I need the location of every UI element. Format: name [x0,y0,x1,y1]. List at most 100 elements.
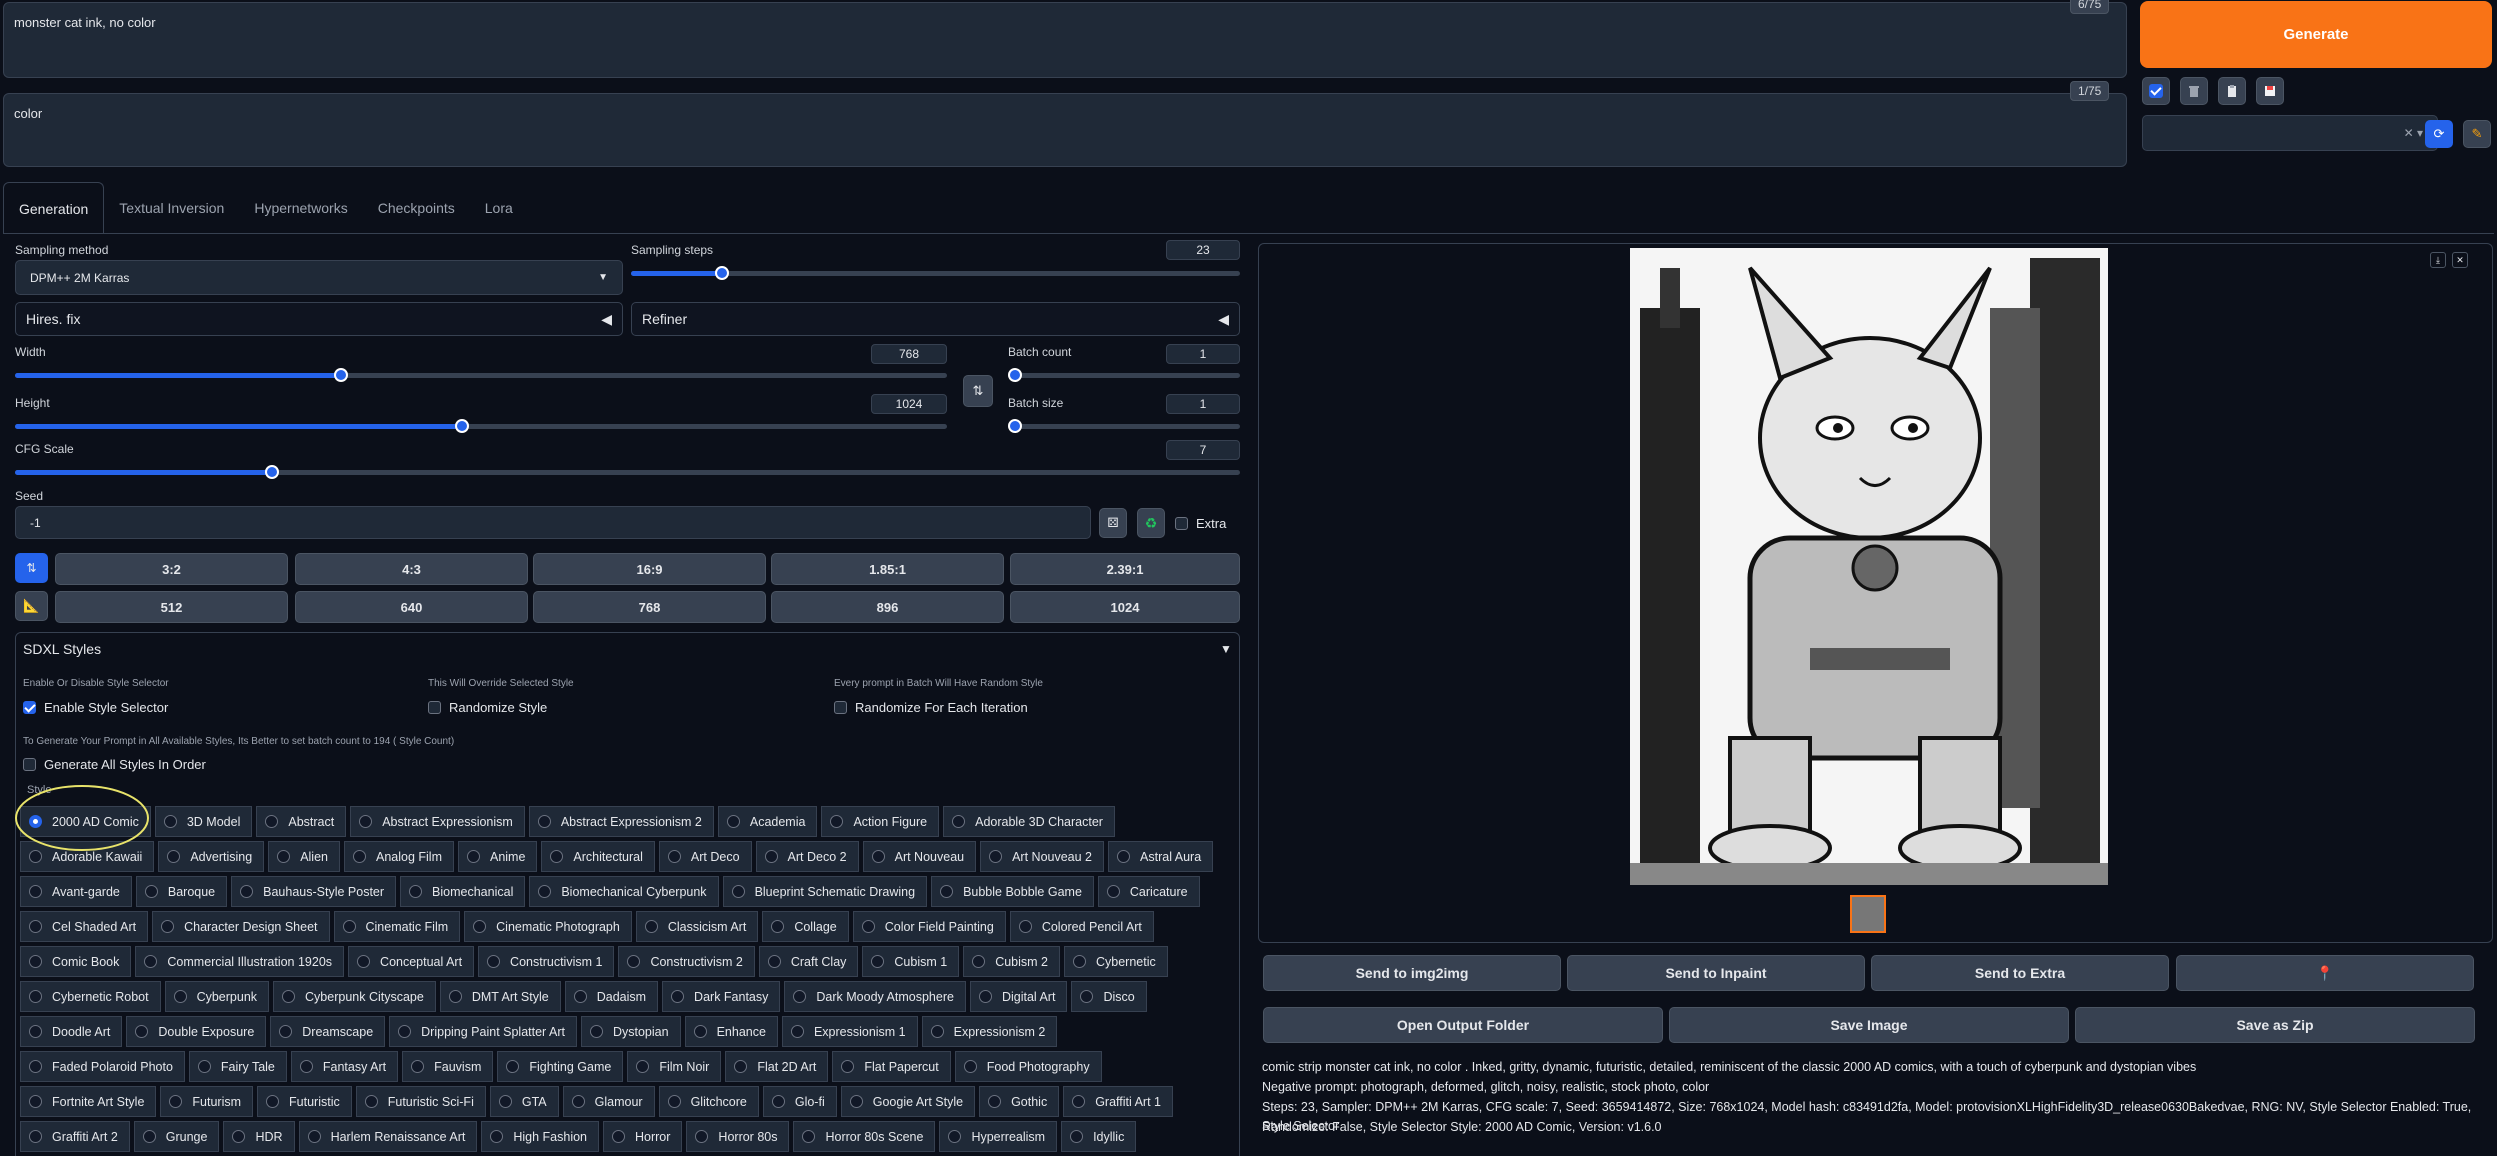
style-radio[interactable] [940,885,954,898]
style-radio[interactable] [861,920,875,933]
style-option[interactable]: Alien [268,841,340,872]
style-option[interactable]: Cyberpunk Cityscape [273,981,436,1012]
style-option[interactable]: Blueprint Schematic Drawing [722,876,928,907]
style-radio[interactable] [342,920,356,933]
batch-size-input[interactable]: 1 [1166,394,1240,414]
tab-lora[interactable]: Lora [470,182,528,234]
style-option[interactable]: Horror [603,1121,683,1152]
style-option[interactable]: HDR [223,1121,295,1152]
style-option[interactable]: Cybernetic Robot [20,981,161,1012]
style-option[interactable]: Cyberpunk [164,981,270,1012]
style-option[interactable]: Horror 80s [686,1121,790,1152]
style-radio[interactable] [197,1060,211,1073]
style-option[interactable]: Classicism Art [635,911,759,942]
style-radio[interactable] [364,1095,378,1108]
style-option[interactable]: Cybernetic [1064,946,1168,977]
style-radio[interactable] [29,1060,42,1073]
style-radio[interactable] [29,885,42,898]
style-option[interactable]: Harlem Renaissance Art [298,1121,478,1152]
height-slider[interactable] [15,419,947,433]
style-radio[interactable] [359,815,373,828]
style-radio[interactable] [167,850,181,863]
swap-dimensions-icon[interactable]: ⇅ [963,375,993,407]
style-option[interactable]: Caricature [1097,876,1200,907]
size-896-button[interactable]: 896 [771,591,1004,623]
style-radio[interactable] [144,955,158,968]
collapse-arrow-icon[interactable]: ▼ [1220,642,1232,656]
style-option[interactable]: Dystopian [580,1016,681,1047]
style-option[interactable]: Digital Art [969,981,1068,1012]
ratio-2-39-button[interactable]: 2.39:1 [1010,553,1240,585]
style-radio[interactable] [667,1095,681,1108]
style-radio[interactable] [487,955,501,968]
style-radio[interactable] [307,1130,321,1143]
generate-all-styles-checkbox[interactable]: Generate All Styles In Order [23,757,206,772]
tab-hypernetworks[interactable]: Hypernetworks [239,182,362,234]
save-image-button[interactable]: Save Image [1669,1007,2069,1043]
tab-checkpoints[interactable]: Checkpoints [363,182,470,234]
style-radio[interactable] [266,1095,280,1108]
style-radio[interactable] [644,920,658,933]
style-radio[interactable] [726,815,740,828]
style-option[interactable]: Flat 2D Art [725,1051,829,1082]
style-option[interactable]: Action Figure [821,806,940,837]
style-radio[interactable] [693,1025,707,1038]
style-option[interactable]: Color Field Painting [852,911,1006,942]
style-option[interactable]: DMT Art Style [439,981,561,1012]
randomize-style-box[interactable] [428,701,441,714]
style-option[interactable]: Dark Fantasy [662,981,781,1012]
style-option[interactable]: Character Design Sheet [152,911,330,942]
style-option[interactable]: Googie Art Style [840,1086,976,1117]
style-radio[interactable] [550,850,564,863]
style-option[interactable]: Constructivism 2 [618,946,755,977]
style-option[interactable]: Fighting Game [497,1051,624,1082]
style-option[interactable]: Flat Papercut [832,1051,951,1082]
tab-generation[interactable]: Generation [3,182,105,234]
style-radio[interactable] [636,1060,650,1073]
style-option[interactable]: Dreamscape [270,1016,386,1047]
style-option[interactable]: Fantasy Art [290,1051,399,1082]
style-option[interactable]: Colored Pencil Art [1009,911,1154,942]
style-option[interactable]: Cubism 2 [963,946,1060,977]
style-radio[interactable] [731,885,745,898]
style-radio[interactable] [849,1095,863,1108]
style-option[interactable]: Architectural [541,841,655,872]
clipboard-icon[interactable] [2218,77,2246,105]
style-option[interactable]: Double Exposure [126,1016,267,1047]
style-option[interactable]: Adorable 3D Character [943,806,1115,837]
style-radio[interactable] [589,1025,603,1038]
style-option[interactable]: Fairy Tale [188,1051,287,1082]
style-radio[interactable] [411,1060,425,1073]
style-radio[interactable] [1070,1130,1084,1143]
width-input[interactable]: 768 [871,344,947,364]
style-option[interactable]: Enhance [684,1016,778,1047]
style-radio[interactable] [169,1095,183,1108]
style-radio[interactable] [144,885,158,898]
style-radio[interactable] [537,815,551,828]
style-option[interactable]: Disco [1071,981,1147,1012]
style-option[interactable]: Gothic [979,1086,1060,1117]
style-radio[interactable] [830,815,844,828]
style-radio[interactable] [948,1130,962,1143]
swap-ratio-icon[interactable]: ⇅ [15,553,48,583]
style-option[interactable]: Glitchcore [658,1086,759,1117]
style-radio[interactable] [173,990,187,1003]
style-radio[interactable] [1018,920,1032,933]
style-radio[interactable] [29,990,42,1003]
style-option[interactable]: Art Nouveau [862,841,977,872]
style-option[interactable]: Commercial Illustration 1920s [135,946,345,977]
style-radio[interactable] [1080,990,1094,1003]
style-radio[interactable] [771,920,785,933]
sdxl-styles-title[interactable]: SDXL Styles [23,641,101,657]
randomize-iteration-box[interactable] [834,701,847,714]
style-radio[interactable] [490,1130,504,1143]
style-radio[interactable] [771,1095,785,1108]
style-radio[interactable] [734,1060,748,1073]
style-radio[interactable] [790,1025,804,1038]
enable-style-checkbox[interactable]: Enable Style Selector [23,700,168,715]
positive-prompt[interactable]: monster cat ink, no color [3,2,2127,78]
style-radio[interactable] [240,885,254,898]
style-option[interactable]: Grunge [133,1121,220,1152]
style-radio[interactable] [163,815,177,828]
width-slider[interactable] [15,368,947,382]
